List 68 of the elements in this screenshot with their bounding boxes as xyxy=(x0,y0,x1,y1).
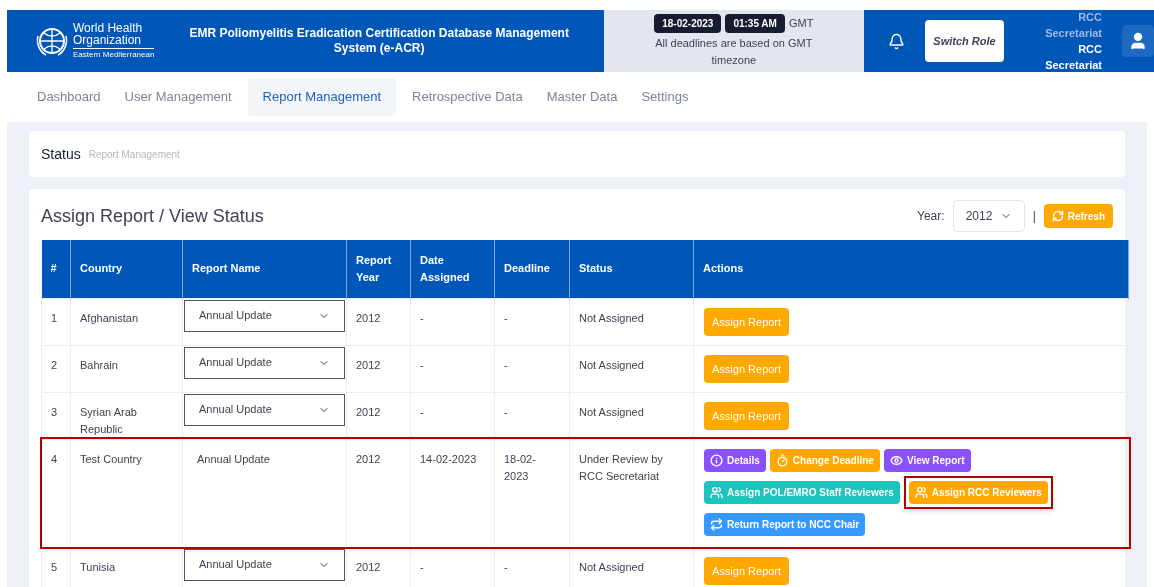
column-header: Deadline xyxy=(494,240,570,298)
table-cell: - xyxy=(410,392,495,439)
column-header: Date Assigned xyxy=(410,240,495,298)
repeat-arrows-icon xyxy=(710,517,723,531)
table-cell: 1 xyxy=(41,298,71,345)
user-name: RCC Secretariat xyxy=(1044,42,1102,73)
column-header: Status xyxy=(569,240,694,298)
table-cell: Syrian Arab Republic xyxy=(70,392,183,439)
logo-subtitle: Eastern Mediterranean xyxy=(73,47,155,61)
users-icon xyxy=(710,485,723,499)
deadline-note: All deadlines are based on GMT timezone xyxy=(654,35,814,68)
report-select[interactable]: Annual Update xyxy=(184,299,345,332)
refresh-icon xyxy=(1051,210,1064,222)
table-cell: 3 xyxy=(41,392,71,439)
column-header: Report Year xyxy=(346,240,411,298)
nav-tab[interactable]: Retrospective Data xyxy=(404,78,531,116)
nav-tab[interactable]: Report Management xyxy=(247,78,397,116)
action-button[interactable]: View Report xyxy=(883,448,971,472)
column-header: Report Name xyxy=(182,240,347,298)
table-cell: 2 xyxy=(41,345,71,392)
user-icon xyxy=(1128,31,1148,51)
date-badge: 18-02-2023 xyxy=(654,13,722,33)
card-title: Assign Report / View Status xyxy=(41,204,264,228)
table-cell: Afghanistan xyxy=(70,298,183,345)
logo-text: World Health xyxy=(73,21,144,34)
action-button[interactable]: Return Report to NCC Chair xyxy=(704,512,866,536)
eye-icon xyxy=(889,453,903,467)
separator-text: | xyxy=(1032,208,1036,225)
table-cell: - xyxy=(494,392,570,439)
column-header: Country xyxy=(70,240,183,298)
table-cell: - xyxy=(410,345,495,392)
table-cell: Bahrain xyxy=(70,345,183,392)
timezone-label: GMT xyxy=(788,15,814,31)
nav-tab[interactable]: User Management xyxy=(116,78,240,116)
info-icon xyxy=(710,453,723,467)
year-select[interactable]: 2012 xyxy=(952,200,1025,232)
column-header: Actions xyxy=(693,240,1129,298)
stopwatch-icon xyxy=(775,453,789,467)
report-select[interactable]: Annual Update xyxy=(184,393,345,426)
report-select[interactable]: Annual Update xyxy=(184,548,345,581)
breadcrumb-link[interactable]: Report Management xyxy=(88,146,180,162)
table-cell: Not Assigned xyxy=(569,345,694,392)
table-cell: Not Assigned xyxy=(569,392,694,439)
nav-tab[interactable]: Settings xyxy=(633,78,697,116)
table-cell: - xyxy=(410,298,495,345)
nav-tab[interactable]: Dashboard xyxy=(29,78,109,116)
year-label: Year: xyxy=(917,208,945,225)
table-cell: - xyxy=(494,298,570,345)
notification-bell-icon[interactable] xyxy=(888,32,905,50)
report-select[interactable]: Annual Update xyxy=(184,346,345,379)
avatar-button[interactable] xyxy=(1122,25,1154,57)
table-cell: Not Assigned xyxy=(569,298,694,345)
app-title: EMR Poliomyelitis Eradication Certification Database Management System (e-ACR) xyxy=(188,26,570,56)
page-heading: Status xyxy=(41,144,81,164)
action-button[interactable]: Details xyxy=(704,448,766,472)
table-cell: 5 xyxy=(41,547,71,587)
table-cell: 2012 xyxy=(346,345,411,392)
users-icon xyxy=(914,485,928,499)
switch-role-button[interactable]: Switch Role xyxy=(925,20,1004,62)
table-cell: 2012 xyxy=(346,392,411,439)
nav-tab[interactable]: Master Data xyxy=(538,78,626,116)
logo-text: Organization xyxy=(73,33,143,46)
user-role: RCC Secretariat xyxy=(1044,10,1102,41)
column-header: # xyxy=(41,240,71,298)
table-cell: 2012 xyxy=(346,298,411,345)
time-badge: 01:35 AM xyxy=(725,13,785,33)
table-cell: - xyxy=(494,345,570,392)
action-button[interactable]: Assign POL/EMRO Staff Reviewers xyxy=(704,480,900,504)
